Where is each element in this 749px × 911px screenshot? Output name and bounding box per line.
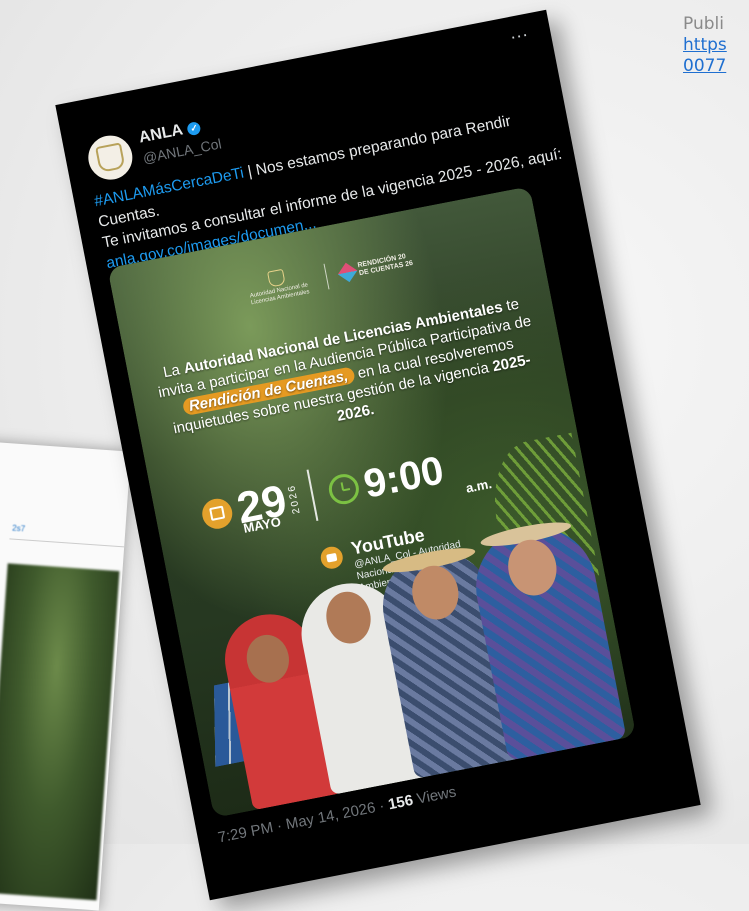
diamond-icon <box>338 262 358 283</box>
avatar[interactable] <box>84 131 137 184</box>
face <box>503 535 562 600</box>
rendicion-logo: RENDICIÓN 20 DE CUENTAS 26 <box>338 252 414 283</box>
caption-link-line1[interactable]: https <box>683 35 749 56</box>
views-count: 156 <box>386 791 415 814</box>
face <box>242 631 294 687</box>
youtube-icon <box>318 544 345 571</box>
caption-text: Publi https 0077 <box>683 14 749 77</box>
invitation-text: La Autoridad Nacional de Licencias Ambie… <box>153 293 544 459</box>
date-time-divider <box>306 469 319 521</box>
anla-crest-icon <box>95 142 126 173</box>
face <box>407 561 464 624</box>
calendar-icon <box>199 496 235 532</box>
verified-badge-icon: ✓ <box>186 120 202 137</box>
seal-icon <box>267 268 286 288</box>
caption-link-line2[interactable]: 0077 <box>683 56 749 77</box>
event-year: 2026 <box>285 482 303 515</box>
more-options-icon[interactable]: ... <box>508 20 530 44</box>
background-image <box>0 563 120 901</box>
caption-prefix: Publi <box>683 14 724 34</box>
tweet-card: ... ANLA ✓ @ANLA_Col #ANLAMásCercaDeTi | … <box>55 9 701 901</box>
background-link[interactable]: 2s7 <box>12 524 26 534</box>
anla-logo-text: Autoridad Nacional de Licencias Ambienta… <box>249 282 311 307</box>
face <box>321 587 376 648</box>
logo-divider <box>323 263 330 290</box>
views-label: Views <box>411 783 458 809</box>
background-tweet-card: 2s7 <box>0 439 131 911</box>
event-ampm: a.m. <box>464 475 493 496</box>
event-time: 9:00 <box>360 448 448 507</box>
tweet-image[interactable]: Autoridad Nacional de Licencias Ambienta… <box>107 186 637 818</box>
clock-icon <box>326 471 362 507</box>
divider <box>9 538 125 548</box>
anla-logo: Autoridad Nacional de Licencias Ambienta… <box>241 264 316 309</box>
